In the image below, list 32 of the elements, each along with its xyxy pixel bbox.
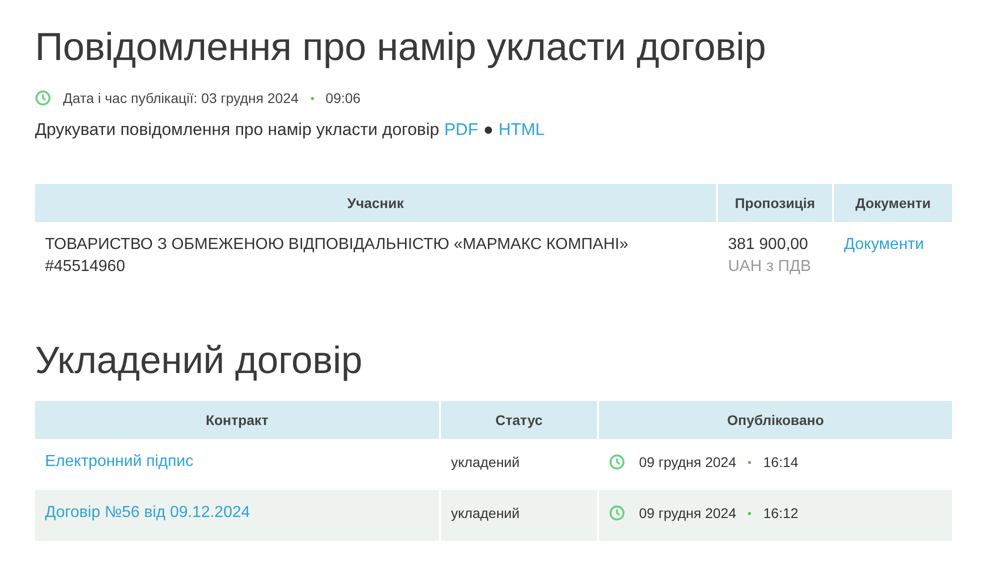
separator-dot bbox=[310, 96, 314, 100]
print-label: Друкувати повідомлення про намір укласти договір bbox=[35, 120, 440, 139]
bid-amount: 381 900,00 bbox=[728, 235, 810, 255]
separator-dot bbox=[748, 512, 752, 514]
column-header: Статус bbox=[441, 401, 597, 439]
participant-name: ТОВАРИСТВО З ОБМЕЖЕНОЮ ВІДПОВІДАЛЬНІСТЮ «МАРМАКС КОМПАНІ» #45514960 bbox=[45, 236, 628, 275]
published-date: 09 грудня 2024 bbox=[639, 504, 736, 523]
link-separator: ● bbox=[483, 120, 494, 139]
bid-currency: UAH з ПДВ bbox=[728, 257, 812, 277]
published-time: 16:12 bbox=[763, 504, 798, 523]
section-title: Укладений договір bbox=[35, 340, 364, 383]
published-time: 16:14 bbox=[763, 453, 798, 472]
publication-date: Дата і час публікації: 03 грудня 2024 bbox=[63, 90, 299, 106]
print-link[interactable]: PDF bbox=[444, 120, 478, 139]
column-header: Контракт bbox=[35, 401, 439, 439]
clock-icon bbox=[609, 505, 625, 521]
page-title: Повідомлення про намір укласти договір bbox=[35, 26, 767, 70]
clock-icon bbox=[35, 90, 51, 106]
contract-status: укладений bbox=[451, 454, 520, 470]
contract-status: укладений bbox=[451, 505, 520, 521]
column-header: Пропозиція bbox=[718, 184, 832, 222]
contract-link[interactable]: Електронний підпис bbox=[45, 453, 194, 470]
separator-dot bbox=[748, 460, 752, 464]
published-date: 09 грудня 2024 bbox=[639, 453, 736, 472]
print-link[interactable]: HTML bbox=[498, 120, 545, 139]
publication-time: 09:06 bbox=[326, 90, 361, 106]
column-header: Учасник bbox=[35, 184, 716, 222]
documents-link[interactable]: Документи bbox=[844, 236, 924, 253]
column-header: Опубліковано bbox=[599, 401, 952, 439]
column-header: Документи bbox=[834, 184, 952, 222]
contract-link[interactable]: Договір №56 від 09.12.2024 bbox=[45, 504, 250, 521]
clock-icon bbox=[609, 454, 625, 470]
